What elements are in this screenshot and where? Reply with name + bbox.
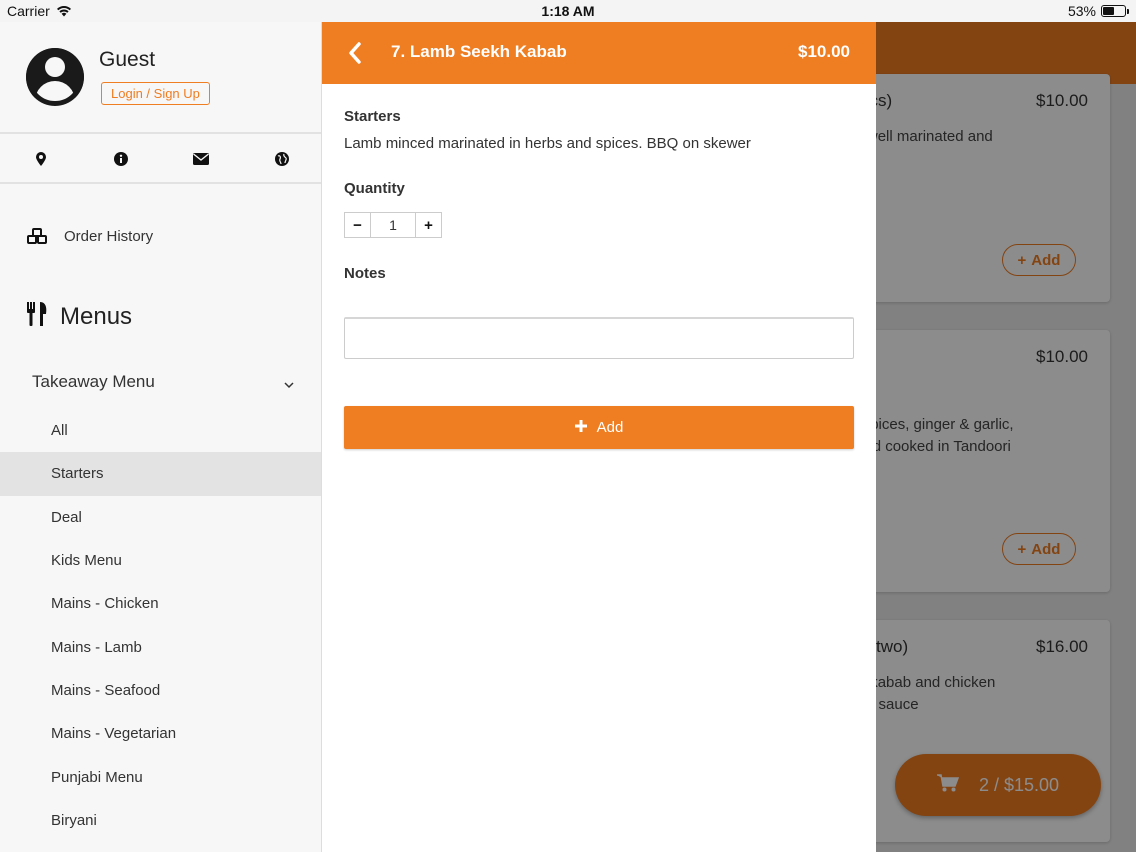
sidebar: Guest Login / Sign Up Order History Menu… xyxy=(0,22,322,852)
notes-label: Notes xyxy=(344,265,386,282)
quantity-value[interactable]: 1 xyxy=(371,212,415,238)
sidebar-item-punjabi-menu[interactable]: Punjabi Menu xyxy=(0,755,321,798)
menus-heading: Menus xyxy=(26,302,132,331)
modal-header: 7. Lamb Seekh Kabab $10.00 xyxy=(322,22,876,84)
profile-section: Guest Login / Sign Up xyxy=(0,22,321,134)
sidebar-item-biryani[interactable]: Biryani xyxy=(0,799,321,842)
item-price: $10.00 xyxy=(798,42,850,61)
category-list: All Starters Deal Kids Menu Mains - Chic… xyxy=(0,409,321,842)
decrement-button[interactable]: − xyxy=(344,212,371,238)
notes-field[interactable] xyxy=(344,317,854,359)
takeaway-menu-label: Takeaway Menu xyxy=(32,372,155,391)
battery-indicator: 53% xyxy=(1067,3,1129,19)
item-category: Starters xyxy=(344,108,401,125)
sidebar-item-mains-lamb[interactable]: Mains - Lamb xyxy=(0,625,321,668)
sidebar-item-kids-menu[interactable]: Kids Menu xyxy=(0,539,321,582)
sidebar-item-deal[interactable]: Deal xyxy=(0,496,321,539)
envelope-icon[interactable] xyxy=(193,151,209,167)
sidebar-item-starters[interactable]: Starters xyxy=(0,452,321,496)
back-chevron-icon[interactable] xyxy=(348,42,362,69)
sidebar-item-all[interactable]: All xyxy=(0,409,321,452)
login-signup-button[interactable]: Login / Sign Up xyxy=(101,82,210,105)
add-to-cart-button[interactable]: Add xyxy=(344,406,854,449)
menus-heading-label: Menus xyxy=(60,302,133,330)
info-icon[interactable] xyxy=(113,151,129,167)
plus-icon xyxy=(574,419,587,436)
info-icon-row xyxy=(0,134,321,184)
status-bar: Carrier 1:18 AM 53% xyxy=(0,0,1136,22)
increment-button[interactable]: + xyxy=(415,212,442,238)
order-history-label: Order History xyxy=(64,228,154,245)
takeaway-menu-toggle[interactable]: Takeaway Menu xyxy=(32,372,300,394)
quantity-stepper: − 1 + xyxy=(344,212,442,238)
battery-icon xyxy=(1101,5,1129,17)
battery-percent: 53% xyxy=(1067,3,1096,19)
quantity-label: Quantity xyxy=(344,180,405,197)
clock: 1:18 AM xyxy=(541,3,595,19)
sidebar-item-mains-seafood[interactable]: Mains - Seafood xyxy=(0,669,321,712)
utensils-icon xyxy=(26,302,48,331)
order-history-link[interactable]: Order History xyxy=(0,216,321,256)
modal-backdrop[interactable] xyxy=(876,22,1136,852)
avatar[interactable] xyxy=(26,48,84,106)
item-title: 7. Lamb Seekh Kabab xyxy=(391,42,567,61)
cubes-icon xyxy=(27,228,47,249)
globe-icon[interactable] xyxy=(274,151,290,167)
map-marker-icon[interactable] xyxy=(33,151,49,167)
item-detail-modal: 7. Lamb Seekh Kabab $10.00 Starters Lamb… xyxy=(322,22,876,852)
item-description: Lamb minced marinated in herbs and spice… xyxy=(344,135,751,152)
sidebar-item-mains-chicken[interactable]: Mains - Chicken xyxy=(0,582,321,625)
guest-name: Guest xyxy=(99,48,156,71)
sidebar-item-mains-vegetarian[interactable]: Mains - Vegetarian xyxy=(0,712,321,755)
chevron-down-icon xyxy=(284,376,294,394)
add-button-label: Add xyxy=(596,419,624,436)
